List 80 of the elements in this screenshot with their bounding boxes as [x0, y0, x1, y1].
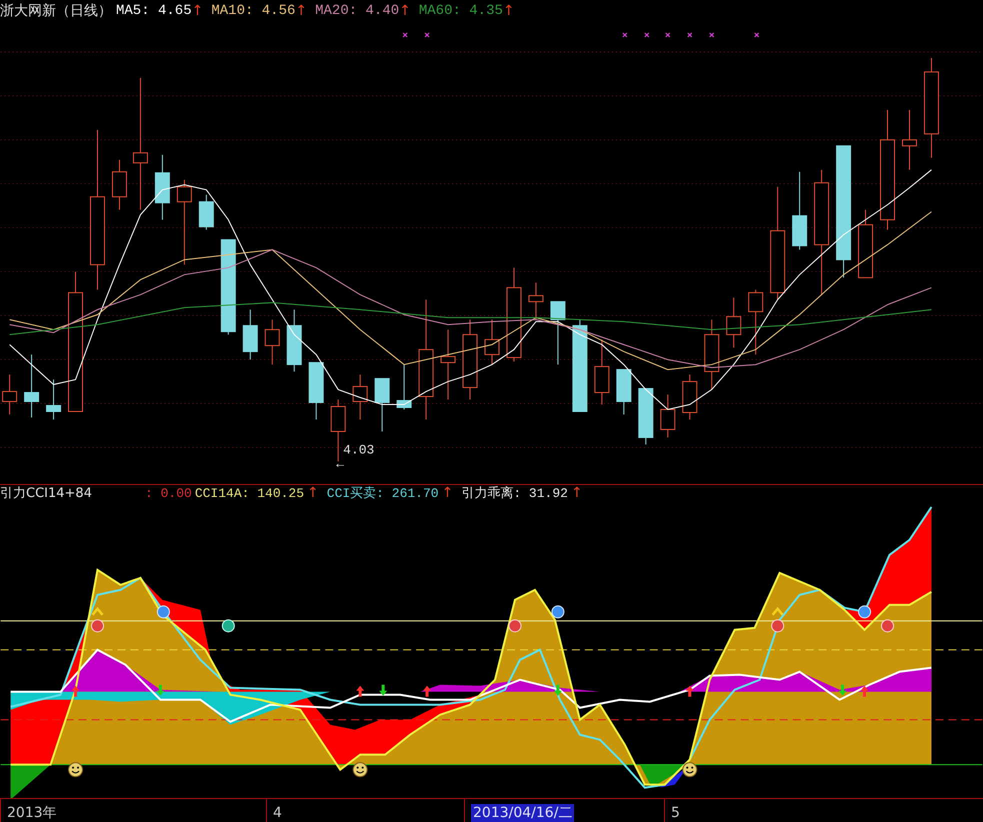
candle [704, 319, 720, 390]
candle [484, 319, 500, 366]
cross-mark-icon [424, 32, 430, 38]
ball-icon [91, 620, 104, 633]
caret-icon [772, 607, 784, 616]
candle [24, 354, 40, 418]
cross-mark-icon [687, 32, 692, 38]
ball-icon [156, 606, 170, 619]
candle [374, 378, 390, 432]
candle [352, 374, 368, 420]
date-label: 5 [671, 804, 680, 822]
indicator-value: CCI14A: 140.25 [194, 486, 304, 501]
ball-icon [508, 620, 522, 633]
candle [528, 282, 544, 320]
indicator-value: CCI买卖: 261.70 [326, 485, 439, 502]
date-label: 2013/04/16/二 [471, 804, 574, 822]
candle [440, 329, 456, 400]
candle [858, 209, 874, 278]
up-arrow: ↑ [295, 2, 308, 19]
ball-icon [858, 606, 872, 619]
cross-mark-icon [754, 32, 760, 38]
bottom-area [10, 765, 51, 798]
smiley-icon [352, 762, 368, 778]
date-label: 2013年 [7, 804, 57, 822]
ma-value: MA5: 4.65 [116, 2, 192, 19]
indicator-title: 引力CCI14+84 [0, 485, 93, 502]
up-arrow-icon [356, 686, 364, 698]
up-arrow: ↑ [442, 485, 454, 502]
candle [308, 362, 324, 420]
ball-icon [551, 606, 564, 619]
chart-title: 浙大网新（日线） [0, 2, 112, 20]
up-arrow: ↑ [570, 485, 583, 502]
low-price-label: 4.03 [343, 442, 374, 458]
ball-icon [222, 620, 235, 633]
cross-mark-icon [622, 32, 628, 38]
smiley-icon [682, 762, 698, 778]
down-arrow-icon [379, 685, 388, 696]
candle [660, 394, 676, 438]
candle [242, 309, 258, 360]
candle [396, 364, 412, 410]
candle [748, 289, 764, 356]
candle [550, 301, 566, 366]
cross-mark-icon [665, 32, 670, 38]
down-arrow-icon [838, 685, 847, 696]
low-price-arrow: ← [336, 456, 344, 472]
indicator-value: : 0.00 [145, 486, 192, 501]
up-arrow: ↑ [399, 2, 411, 19]
up-arrow-icon [686, 686, 694, 698]
candle [264, 319, 280, 366]
candle [726, 297, 742, 348]
candle [902, 109, 917, 170]
down-arrow-icon [554, 685, 562, 696]
smiley-icon [68, 762, 84, 778]
candle [46, 379, 62, 420]
candle [682, 374, 698, 420]
ma-value: MA20: 4.40 [315, 2, 400, 19]
candle [594, 339, 610, 405]
up-arrow-icon [423, 686, 432, 698]
up-arrow-icon [860, 686, 869, 698]
ball-icon [881, 620, 894, 633]
up-arrow-icon [72, 686, 80, 698]
candle [112, 159, 127, 210]
candle [286, 309, 302, 372]
candle [154, 154, 170, 220]
cross-mark-icon [709, 32, 714, 38]
cross-mark-icon [644, 32, 650, 38]
candle [616, 369, 632, 415]
ball-icon [771, 620, 784, 633]
up-arrow: ↑ [502, 2, 515, 19]
candle [638, 388, 654, 445]
candle [198, 194, 214, 230]
ma-value: MA60: 4.35 [418, 2, 503, 19]
cross-mark-icon [402, 32, 408, 38]
down-arrow-icon [156, 685, 164, 696]
caret-icon [92, 607, 104, 616]
up-arrow: ↑ [192, 2, 204, 19]
up-arrow: ↑ [307, 485, 319, 502]
indicator-value: 引力乖离: 31.92 [461, 485, 568, 502]
date-label: 4 [273, 804, 282, 822]
ma-value: MA10: 4.56 [211, 2, 296, 19]
